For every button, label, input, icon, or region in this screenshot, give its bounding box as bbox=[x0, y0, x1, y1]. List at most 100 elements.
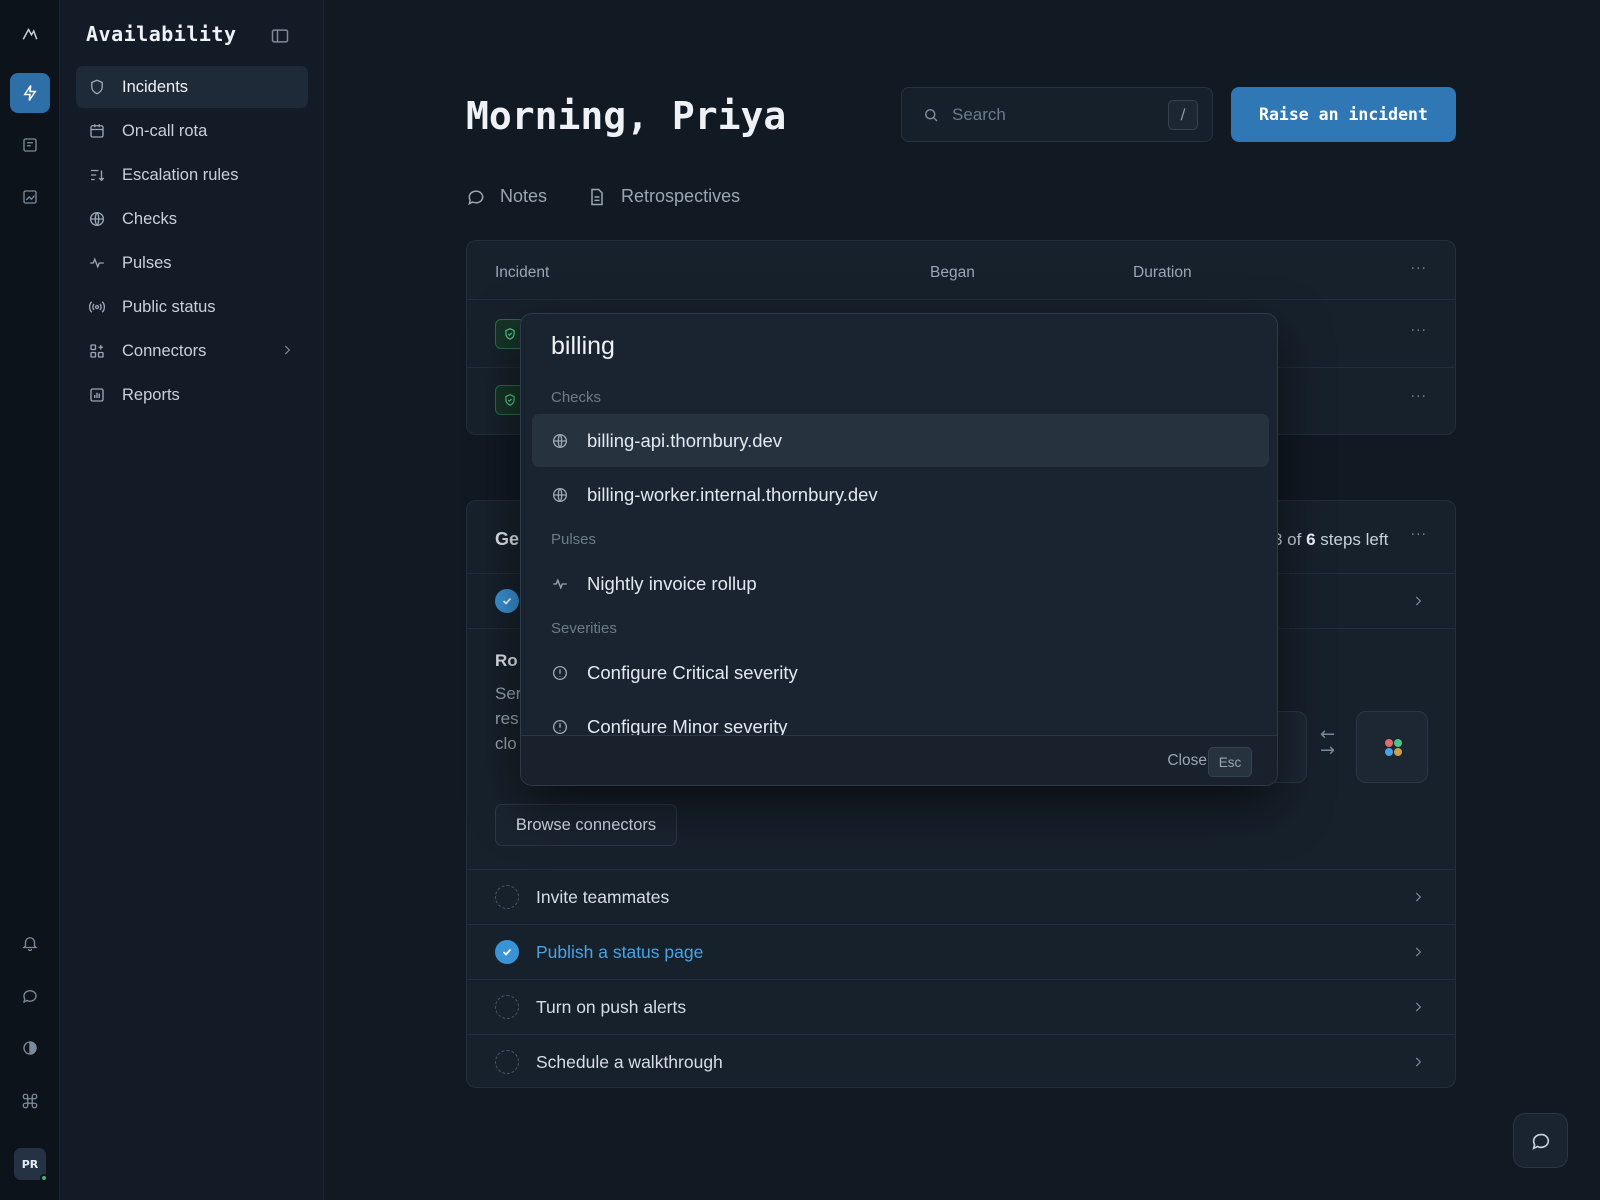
chevron-right-icon bbox=[280, 343, 294, 362]
chat-button[interactable] bbox=[1513, 1113, 1568, 1168]
palette-result[interactable]: Nightly invoice rollup bbox=[532, 557, 1269, 610]
tab-notes[interactable]: Notes bbox=[466, 186, 547, 207]
palette-group-severities: Severities bbox=[551, 620, 617, 637]
alert-circle-icon bbox=[551, 664, 569, 682]
pulse-icon bbox=[88, 253, 108, 273]
command-palette: billing Checks billing-api.thornbury.dev… bbox=[520, 313, 1278, 786]
setup-step-label: Schedule a walkthrough bbox=[536, 1051, 723, 1072]
logo-icon[interactable] bbox=[10, 14, 50, 54]
checklist-title: Ge bbox=[495, 529, 520, 549]
setup-step-invite-teammates[interactable]: Invite teammates bbox=[467, 869, 1455, 924]
setup-step-label: Invite teammates bbox=[536, 886, 670, 907]
connector-app-icon bbox=[1356, 711, 1428, 783]
step-pending-icon bbox=[495, 995, 519, 1019]
icon-rail: PR bbox=[0, 0, 60, 1200]
sidebar-item-label: Incidents bbox=[122, 77, 189, 96]
palette-result-label: Nightly invoice rollup bbox=[587, 572, 757, 594]
bell-icon[interactable] bbox=[10, 923, 50, 963]
sidebar-item-escalation-rules[interactable]: Escalation rules bbox=[76, 154, 308, 196]
search-icon bbox=[922, 106, 940, 124]
swap-arrows-icon: ← → bbox=[1320, 724, 1336, 761]
connectors-icon bbox=[88, 341, 108, 361]
speech-bubble-icon bbox=[466, 187, 486, 207]
palette-result-label: billing-api.thornbury.dev bbox=[587, 429, 783, 451]
steps-left-label: 3 of 6 steps left bbox=[1273, 530, 1388, 550]
sidebar-item-label: Pulses bbox=[122, 253, 172, 272]
row-divider bbox=[467, 299, 1455, 300]
section-description-line: Ser bbox=[495, 684, 522, 703]
palette-query-input[interactable]: billing bbox=[551, 332, 615, 361]
online-status-dot bbox=[40, 1174, 48, 1182]
sidebar-item-checks[interactable]: Checks bbox=[76, 198, 308, 240]
chart-icon[interactable] bbox=[10, 177, 50, 217]
sidebar-item-connectors[interactable]: Connectors bbox=[76, 330, 308, 372]
report-icon bbox=[88, 385, 108, 405]
column-header-began: Began bbox=[930, 264, 975, 281]
chat-icon bbox=[1530, 1130, 1552, 1152]
globe-icon bbox=[551, 486, 569, 504]
chat-icon[interactable] bbox=[10, 976, 50, 1016]
pulse-icon bbox=[551, 575, 569, 593]
column-header-incident: Incident bbox=[495, 264, 550, 281]
avatar[interactable]: PR bbox=[14, 1148, 48, 1182]
sidebar-item-label: Public status bbox=[122, 297, 216, 316]
sidebar-item-on-call-rota[interactable]: On-call rota bbox=[76, 110, 308, 152]
sidebar-item-pulses[interactable]: Pulses bbox=[76, 242, 308, 284]
close-label[interactable]: Close bbox=[1167, 752, 1207, 770]
file-icon bbox=[587, 187, 607, 207]
search-input[interactable]: Search / bbox=[901, 87, 1213, 142]
browse-connectors-button[interactable]: Browse connectors bbox=[495, 804, 677, 846]
tab-bar: Notes Retrospectives bbox=[466, 186, 780, 207]
contrast-icon[interactable] bbox=[10, 1028, 50, 1068]
steps-total: 6 bbox=[1306, 530, 1316, 549]
chevron-right-icon bbox=[1411, 594, 1425, 608]
sidebar-item-label: Checks bbox=[122, 209, 178, 228]
sidebar-item-label: Reports bbox=[122, 385, 180, 404]
section-description-line: res bbox=[495, 709, 519, 728]
sidebar-item-label: Connectors bbox=[122, 341, 207, 360]
step-pending-icon bbox=[495, 885, 519, 909]
sidebar-item-incidents[interactable]: Incidents bbox=[76, 66, 308, 108]
chevron-right-icon bbox=[1411, 1000, 1425, 1014]
tab-retrospectives[interactable]: Retrospectives bbox=[587, 186, 740, 207]
palette-footer: Close Esc bbox=[521, 735, 1277, 785]
avatar-initials: PR bbox=[21, 1157, 39, 1171]
table-more-icon[interactable]: ··· bbox=[1411, 261, 1427, 277]
checklist-more-icon[interactable]: ··· bbox=[1411, 527, 1427, 543]
setup-step-walkthrough[interactable]: Schedule a walkthrough bbox=[467, 1034, 1455, 1089]
section-description-line: clo bbox=[495, 734, 517, 753]
raise-incident-button[interactable]: Raise an incident bbox=[1231, 87, 1456, 142]
search-shortcut-key: / bbox=[1168, 100, 1198, 130]
palette-result-label: billing-worker.internal.thornbury.dev bbox=[587, 483, 878, 505]
sidebar-toggle-icon[interactable] bbox=[270, 26, 290, 50]
page-title: Morning, Priya bbox=[466, 94, 787, 138]
calendar-icon bbox=[88, 121, 108, 141]
section-heading: Ro bbox=[495, 651, 518, 670]
row-more-icon[interactable]: ··· bbox=[1411, 323, 1427, 339]
sidebar-item-label: On-call rota bbox=[122, 121, 208, 140]
shield-icon bbox=[88, 77, 108, 97]
palette-result[interactable]: Configure Critical severity bbox=[532, 646, 1269, 699]
setup-step-publish-status-page[interactable]: Publish a status page bbox=[467, 924, 1455, 979]
document-icon[interactable] bbox=[10, 125, 50, 165]
sidebar: Availability Incidents On-call rota Esca… bbox=[60, 0, 324, 1200]
chevron-right-icon bbox=[1411, 1055, 1425, 1069]
globe-icon bbox=[88, 209, 108, 229]
bolt-icon[interactable] bbox=[10, 73, 50, 113]
sort-icon bbox=[88, 165, 108, 185]
tab-label: Notes bbox=[500, 186, 548, 206]
command-icon[interactable] bbox=[10, 1081, 50, 1121]
steps-suffix: steps left bbox=[1315, 530, 1389, 549]
palette-result[interactable]: billing-api.thornbury.dev bbox=[532, 414, 1269, 467]
esc-key-badge[interactable]: Esc bbox=[1208, 747, 1252, 777]
sidebar-item-reports[interactable]: Reports bbox=[76, 374, 308, 416]
sidebar-nav: Incidents On-call rota Escalation rules … bbox=[76, 66, 308, 418]
row-more-icon[interactable]: ··· bbox=[1411, 389, 1427, 405]
step-pending-icon bbox=[495, 1050, 519, 1074]
colorful-dots-icon bbox=[1385, 739, 1402, 756]
setup-step-label: Publish a status page bbox=[536, 941, 704, 962]
sidebar-item-public-status[interactable]: Public status bbox=[76, 286, 308, 328]
palette-group-checks: Checks bbox=[551, 389, 602, 406]
setup-step-push-alerts[interactable]: Turn on push alerts bbox=[467, 979, 1455, 1034]
palette-result[interactable]: billing-worker.internal.thornbury.dev bbox=[532, 468, 1269, 521]
